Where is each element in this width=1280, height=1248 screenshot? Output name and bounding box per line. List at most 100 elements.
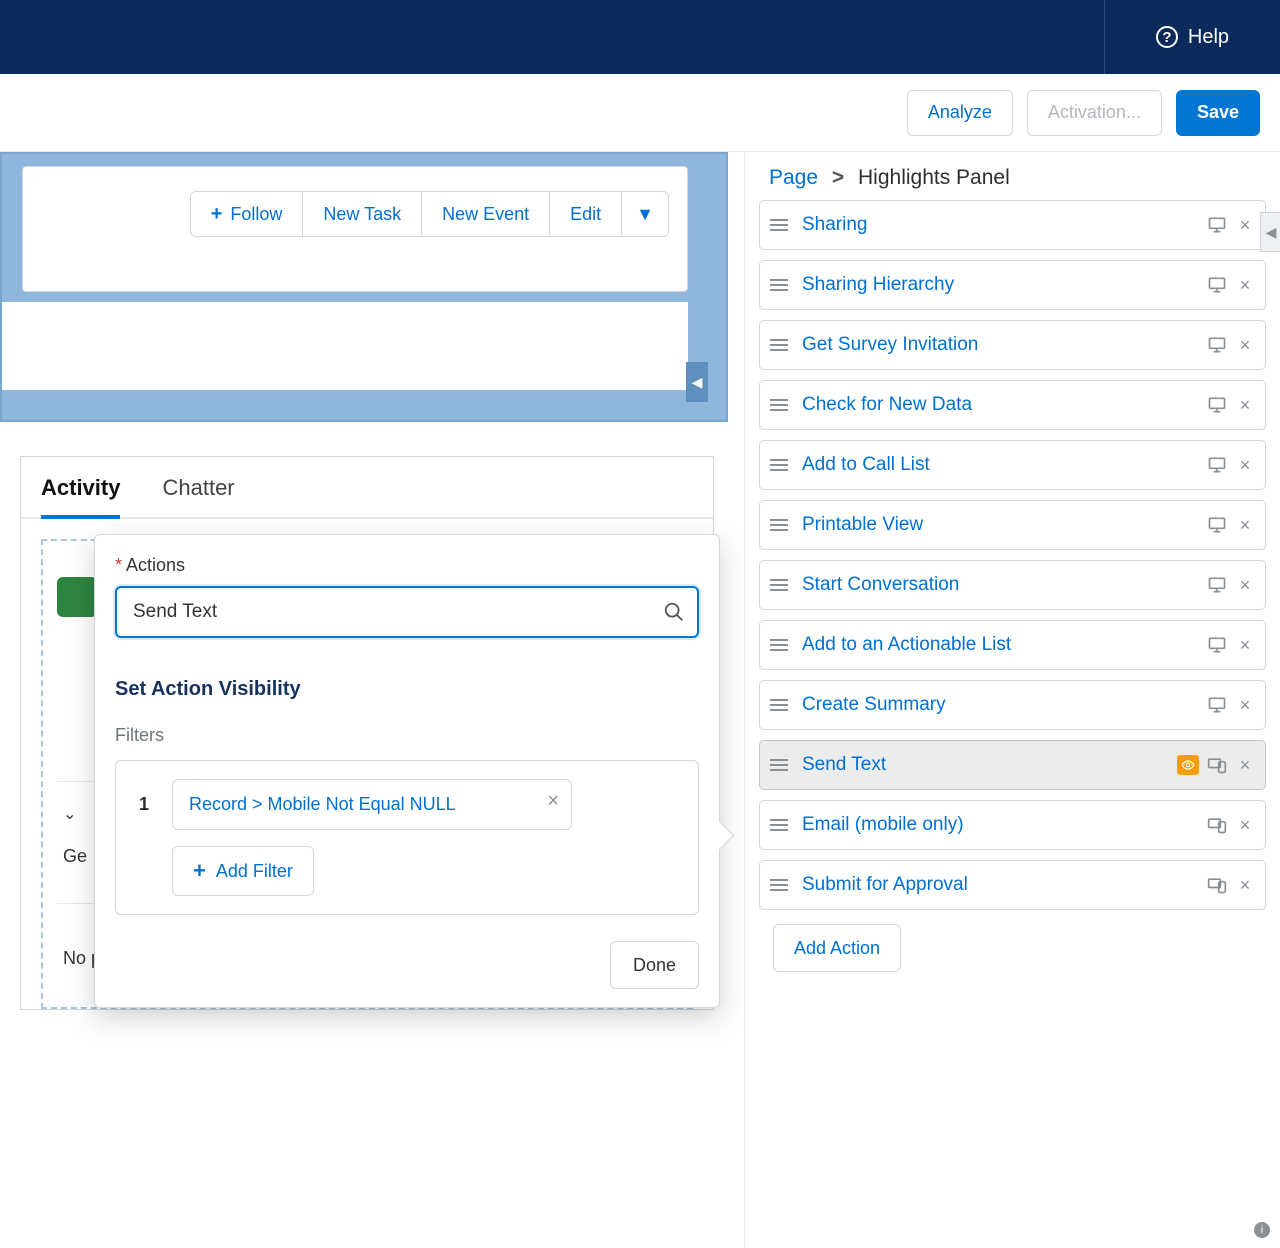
remove-action-icon[interactable]: × — [1235, 635, 1255, 655]
action-list: Sharing×Sharing Hierarchy×Get Survey Inv… — [745, 196, 1280, 1244]
visibility-badge-icon — [1177, 755, 1199, 775]
tab-activity[interactable]: Activity — [41, 475, 120, 519]
canvas-frame: + Follow New Task New Event Edit ▼ ◀ — [0, 152, 728, 422]
page-toolbar: Analyze Activation... Save — [0, 74, 1280, 152]
action-item[interactable]: Sharing Hierarchy × — [759, 260, 1266, 310]
chevron-down-icon: ⌄ — [63, 804, 76, 824]
tab-row: Activity Chatter — [21, 457, 713, 519]
chevron-left-icon: ◀ — [1266, 224, 1277, 241]
add-filter-button[interactable]: + Add Filter — [172, 846, 314, 896]
save-button[interactable]: Save — [1176, 90, 1260, 136]
help-icon: ? — [1156, 26, 1178, 48]
drag-handle-icon[interactable] — [770, 814, 792, 836]
remove-action-icon[interactable]: × — [1235, 515, 1255, 535]
remove-action-icon[interactable]: × — [1235, 695, 1255, 715]
chevron-down-icon: ▼ — [636, 204, 654, 225]
visibility-heading: Set Action Visibility — [115, 678, 699, 701]
drag-handle-icon[interactable] — [770, 274, 792, 296]
drag-handle-icon[interactable] — [770, 214, 792, 236]
remove-action-icon[interactable]: × — [1235, 215, 1255, 235]
breadcrumb-current: Highlights Panel — [858, 166, 1010, 189]
remove-action-icon[interactable]: × — [1235, 275, 1255, 295]
drag-handle-icon[interactable] — [770, 514, 792, 536]
drag-handle-icon[interactable] — [770, 634, 792, 656]
action-item-controls: × — [1207, 635, 1255, 655]
breadcrumb-root[interactable]: Page — [769, 166, 818, 189]
analyze-button[interactable]: Analyze — [907, 90, 1013, 136]
action-item-controls: × — [1207, 515, 1255, 535]
filter-chip[interactable]: Record > Mobile Not Equal NULL × — [172, 779, 572, 830]
action-item[interactable]: Start Conversation × — [759, 560, 1266, 610]
breadcrumb-sep: > — [832, 166, 844, 189]
actions-search-input[interactable] — [115, 586, 699, 638]
drag-handle-icon[interactable] — [770, 574, 792, 596]
action-item[interactable]: Email (mobile only)× — [759, 800, 1266, 850]
drag-handle-icon[interactable] — [770, 334, 792, 356]
action-item-label: Send Text — [802, 754, 1177, 776]
highlights-button-row: + Follow New Task New Event Edit ▼ — [190, 191, 669, 237]
new-event-button[interactable]: New Event — [422, 191, 550, 237]
panel-collapse-toggle[interactable]: ◀ — [1260, 212, 1280, 252]
drag-handle-icon[interactable] — [770, 394, 792, 416]
remove-action-icon[interactable]: × — [1235, 395, 1255, 415]
desktop-icon — [1207, 215, 1227, 235]
more-actions-caret[interactable]: ▼ — [622, 191, 669, 237]
edit-button[interactable]: Edit — [550, 191, 622, 237]
action-item-label: Create Summary — [802, 694, 1207, 716]
filter-index: 1 — [134, 794, 154, 815]
drag-handle-icon[interactable] — [770, 694, 792, 716]
action-item[interactable]: Check for New Data× — [759, 380, 1266, 430]
add-action-button[interactable]: Add Action — [773, 924, 901, 972]
action-item-label: Start Conversation — [802, 574, 1207, 596]
action-config-popover: *Actions Set Action Visibility Filters 1… — [94, 534, 720, 1008]
drag-handle-icon[interactable] — [770, 874, 792, 896]
info-icon[interactable]: i — [1254, 1222, 1270, 1238]
remove-action-icon[interactable]: × — [1235, 875, 1255, 895]
desktop-icon — [1207, 395, 1227, 415]
highlights-card: + Follow New Task New Event Edit ▼ — [22, 166, 688, 292]
task-tile-icon — [57, 577, 97, 617]
desktop-icon — [1207, 635, 1227, 655]
actions-field-label: *Actions — [115, 555, 699, 576]
remove-action-icon[interactable]: × — [1235, 575, 1255, 595]
action-item-label: Sharing — [802, 214, 1207, 236]
action-item[interactable]: Add to an Actionable List× — [759, 620, 1266, 670]
action-item-label: Add to Call List — [802, 454, 1207, 476]
chevron-left-icon: ◀ — [692, 374, 703, 391]
action-item[interactable]: Get Survey Invitation × — [759, 320, 1266, 370]
filters-label: Filters — [115, 725, 699, 746]
filters-container: 1 Record > Mobile Not Equal NULL × + Add… — [115, 760, 699, 915]
drag-handle-icon[interactable] — [770, 754, 792, 776]
action-item[interactable]: Send Text × — [759, 740, 1266, 790]
device-combined-icon — [1207, 755, 1227, 775]
remove-action-icon[interactable]: × — [1235, 815, 1255, 835]
action-item-label: Sharing Hierarchy — [802, 274, 1207, 296]
remove-filter-icon[interactable]: × — [547, 790, 559, 813]
action-item-controls: × — [1207, 875, 1255, 895]
activation-button[interactable]: Activation... — [1027, 90, 1162, 136]
help-button[interactable]: ? Help — [1104, 0, 1280, 74]
action-item-controls: × — [1207, 575, 1255, 595]
follow-button[interactable]: + Follow — [190, 191, 304, 237]
action-item[interactable]: Submit for Approval × — [759, 860, 1266, 910]
canvas-pane: + Follow New Task New Event Edit ▼ ◀ Act… — [0, 152, 744, 1248]
done-button[interactable]: Done — [610, 941, 699, 989]
action-item[interactable]: Create Summary × — [759, 680, 1266, 730]
action-item[interactable]: Sharing × — [759, 200, 1266, 250]
new-task-button[interactable]: New Task — [303, 191, 422, 237]
remove-action-icon[interactable]: × — [1235, 335, 1255, 355]
desktop-icon — [1207, 575, 1227, 595]
action-item-controls: × — [1177, 755, 1255, 775]
canvas-collapse-toggle[interactable]: ◀ — [686, 362, 708, 402]
action-item[interactable]: Printable View× — [759, 500, 1266, 550]
breadcrumb: Page > Highlights Panel — [745, 152, 1280, 196]
desktop-icon — [1207, 335, 1227, 355]
remove-action-icon[interactable]: × — [1235, 455, 1255, 475]
remove-action-icon[interactable]: × — [1235, 755, 1255, 775]
drag-handle-icon[interactable] — [770, 454, 792, 476]
action-item-label: Get Survey Invitation — [802, 334, 1207, 356]
action-item-controls: × — [1207, 335, 1255, 355]
action-item[interactable]: Add to Call List × — [759, 440, 1266, 490]
tab-chatter[interactable]: Chatter — [162, 475, 234, 517]
action-item-label: Submit for Approval — [802, 874, 1207, 896]
